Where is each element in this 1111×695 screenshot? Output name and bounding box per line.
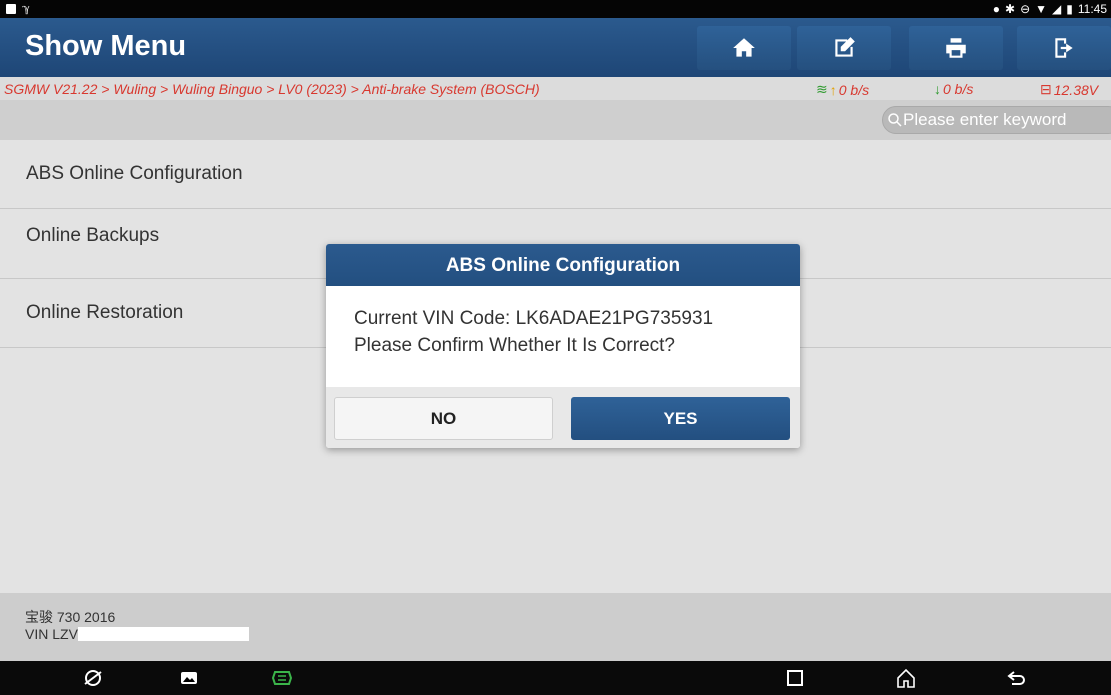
image-icon <box>181 672 197 684</box>
location-icon: ● <box>992 2 1000 16</box>
upload-status: ≋ ↑ 0 b/s <box>816 81 869 98</box>
home-outline-icon <box>897 668 915 688</box>
navigation-bar <box>0 661 1111 695</box>
no-button[interactable]: NO <box>334 397 553 440</box>
browser-shortcut[interactable] <box>82 667 104 689</box>
edit-icon <box>835 37 855 57</box>
home-icon <box>733 38 755 57</box>
wifi-icon: ≋ <box>816 81 828 97</box>
wifi-icon: ▼ <box>1035 2 1048 16</box>
battery-voltage-icon: ⊟ <box>1040 81 1052 97</box>
print-icon <box>946 38 966 58</box>
search-row <box>0 101 1111 140</box>
edit-button[interactable] <box>797 26 891 70</box>
gallery-notification-icon <box>6 3 16 14</box>
vci-connector-icon <box>271 671 293 685</box>
search-box[interactable] <box>882 106 1111 134</box>
voltage-status: ⊟ 12.38V <box>1040 81 1098 98</box>
vehicle-model: 宝骏 730 2016 <box>25 609 116 625</box>
yes-button[interactable]: YES <box>571 397 790 440</box>
recents-icon <box>787 670 803 686</box>
title-bar: Show Menu <box>0 18 1111 77</box>
search-input[interactable] <box>903 110 1111 130</box>
download-rate: 0 b/s <box>943 81 974 97</box>
upload-rate: 0 b/s <box>838 81 870 98</box>
dialog-message: Current VIN Code: LK6ADAE21PG735931 Plea… <box>326 286 800 387</box>
usb-debug-icon: ℽ <box>22 3 31 15</box>
exit-button[interactable] <box>1017 26 1111 70</box>
dialog-vin-line: Current VIN Code: LK6ADAE21PG735931 <box>354 308 714 329</box>
confirm-dialog: ABS Online Configuration Current VIN Cod… <box>326 244 800 448</box>
exit-icon <box>1055 38 1073 58</box>
vin-redaction <box>78 627 249 641</box>
menu-item-label: ABS Online Configuration <box>26 163 243 184</box>
status-bar: ℽ ● ✱ ⊖ ▼ ◢ ▮ 11:45 <box>0 0 1111 18</box>
do-not-disturb-icon: ⊖ <box>1020 2 1031 16</box>
vehicle-info-footer: 宝骏 730 2016 VIN LZV <box>0 593 1111 661</box>
menu-item-label: Online Restoration <box>26 302 184 323</box>
download-status: ↓ 0 b/s <box>934 81 973 97</box>
search-icon <box>888 113 902 127</box>
back-icon <box>1007 671 1025 685</box>
dialog-footer: NO YES <box>326 387 800 448</box>
menu-item-label: Online Backups <box>26 224 160 246</box>
home-button[interactable] <box>697 26 791 70</box>
bluetooth-icon: ✱ <box>1005 2 1016 16</box>
recents-button[interactable] <box>784 667 806 689</box>
home-nav-button[interactable] <box>895 667 917 689</box>
vin-label: VIN LZV <box>25 626 78 642</box>
vci-shortcut[interactable] <box>271 667 293 689</box>
upload-arrow-icon: ↑ <box>829 81 837 98</box>
breadcrumb-bar: SGMW V21.22 > Wuling > Wuling Binguo > L… <box>0 77 1111 101</box>
status-time: 11:45 <box>1077 2 1107 16</box>
gallery-shortcut[interactable] <box>178 667 200 689</box>
breadcrumb: SGMW V21.22 > Wuling > Wuling Binguo > L… <box>4 81 540 97</box>
menu-item-abs-online-configuration[interactable]: ABS Online Configuration <box>0 140 1111 209</box>
dialog-title: ABS Online Configuration <box>326 244 800 286</box>
voltage-value: 12.38V <box>1053 81 1099 98</box>
page-title: Show Menu <box>25 30 187 62</box>
download-arrow-icon: ↓ <box>934 81 941 97</box>
dialog-confirm-line: Please Confirm Whether It Is Correct? <box>354 335 675 356</box>
battery-icon: ▮ <box>1066 2 1073 16</box>
signal-icon: ◢ <box>1052 2 1062 16</box>
back-button[interactable] <box>1006 667 1028 689</box>
print-button[interactable] <box>909 26 1003 70</box>
planet-icon <box>84 670 102 686</box>
